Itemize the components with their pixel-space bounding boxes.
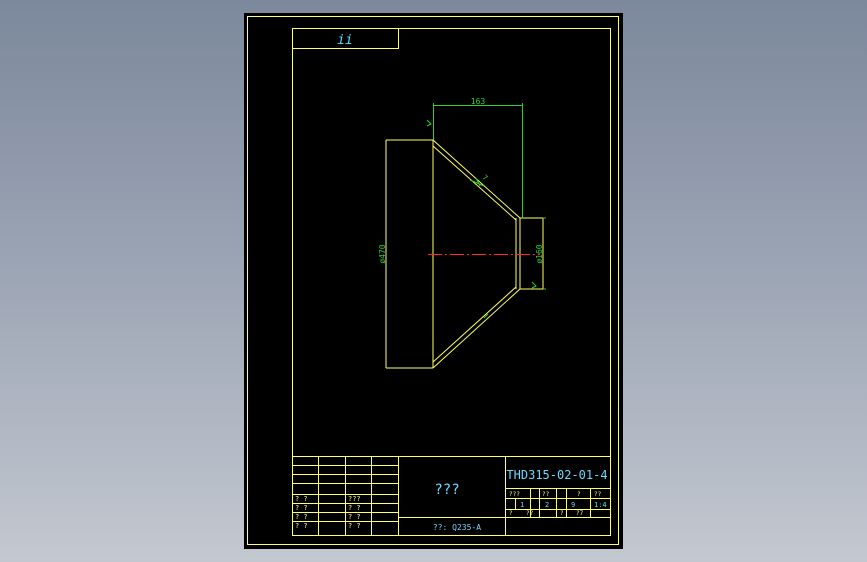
info-header-1: ??? bbox=[509, 491, 520, 498]
info-bottom-1: ? bbox=[509, 510, 513, 517]
top-width-dimension: 163 bbox=[471, 97, 486, 106]
info-bottom-2: ?? bbox=[526, 510, 534, 517]
material-label: ??: Q235-A bbox=[433, 523, 481, 532]
info-value-3: 9 bbox=[571, 501, 575, 509]
info-bottom-4: ?7 bbox=[576, 510, 584, 517]
left-label-2: ? ? bbox=[295, 504, 308, 512]
info-header-3: ? bbox=[577, 491, 581, 498]
left-label-4: ? ? bbox=[295, 522, 308, 530]
large-diameter-dimension: ø470 bbox=[378, 244, 387, 263]
info-bottom-3: ? bbox=[560, 510, 564, 517]
left-label-1: ? ? bbox=[295, 495, 308, 503]
drawing-number: THD315-02-01-4 bbox=[506, 468, 607, 482]
cad-viewport[interactable]: ii 163 7 ø470 ø160 ? ? ? ? ? ? ? ? ??? ?… bbox=[0, 0, 867, 562]
info-value-4: 1:4 bbox=[594, 501, 607, 509]
mid-label-2: ? ? bbox=[348, 504, 361, 512]
header-box-label: ii bbox=[337, 33, 353, 48]
mid-label-3: ? ? bbox=[348, 513, 361, 521]
drawing-canvas: ii 163 7 ø470 ø160 ? ? ? ? ? ? ? ? ??? ?… bbox=[244, 13, 623, 549]
info-header-2: ?? bbox=[542, 491, 550, 498]
left-label-3: ? ? bbox=[295, 513, 308, 521]
info-value-1: 1 bbox=[520, 501, 524, 509]
info-header-4: ?? bbox=[594, 491, 602, 498]
small-diameter-dimension: ø160 bbox=[535, 244, 544, 263]
info-value-2: 2 bbox=[545, 501, 549, 509]
mid-label-4: ? ? bbox=[348, 522, 361, 530]
drawing-title: ??? bbox=[434, 482, 459, 498]
mid-label-1: ??? bbox=[348, 495, 361, 503]
